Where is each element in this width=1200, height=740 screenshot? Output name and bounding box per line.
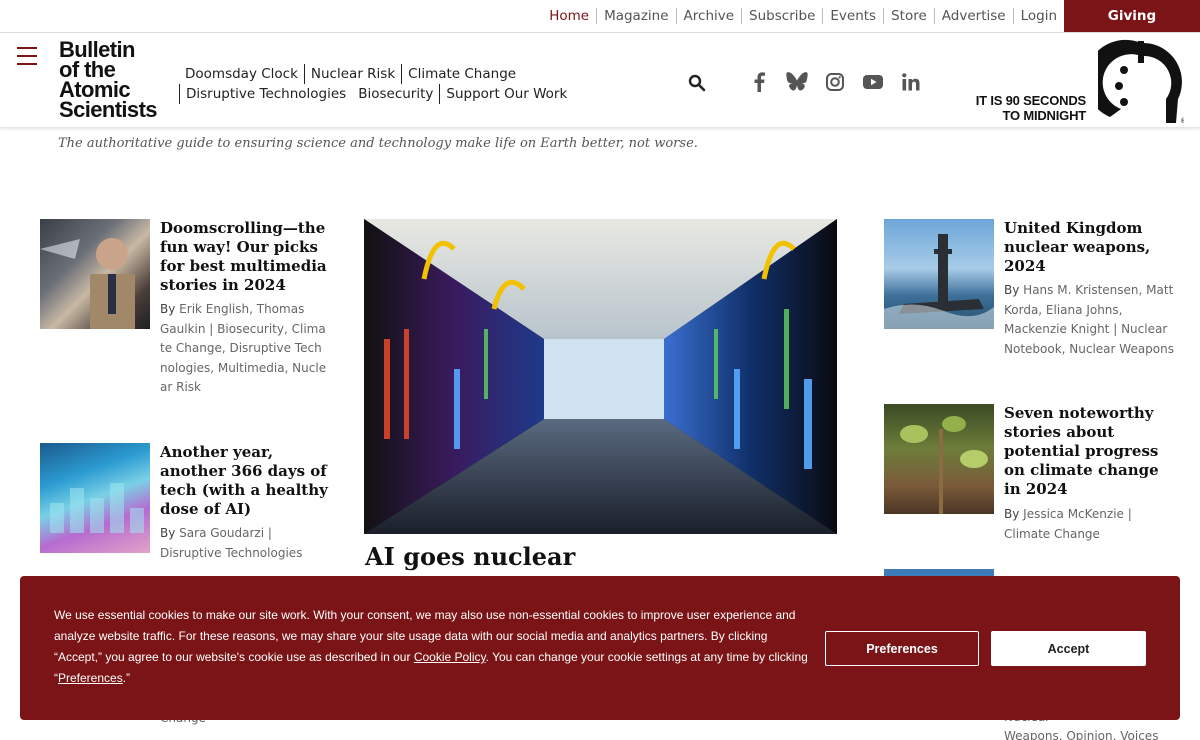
article-title[interactable]: United Kingdom nuclear weapons, 2024 [1004,219,1174,276]
search-icon[interactable] [688,74,706,92]
doomsday-clock-icon[interactable]: ® [1085,39,1187,125]
instagram-icon[interactable] [824,71,846,93]
utility-link-login[interactable]: Login [1012,8,1064,24]
utility-nav: Home Magazine Archive Subscribe Events S… [542,0,1064,32]
article-thumbnail[interactable] [40,219,150,329]
nav-support-our-work[interactable]: Support Our Work [439,84,573,104]
article-meta: By Erik English, Thomas Gaulkin | Biosec… [160,300,328,398]
cookie-message: We use essential cookies to make our sit… [54,605,814,689]
article-categories[interactable]: Climate Change [1004,527,1100,541]
article-title[interactable]: Seven noteworthy stories about potential… [1004,404,1174,499]
byline-prefix: By [160,526,176,540]
article-thumbnail[interactable] [884,219,994,329]
nav-biosecurity[interactable]: Biosecurity [352,84,439,104]
main-nav: Doomsday Clock Nuclear Risk Climate Change… [179,64,679,104]
byline-prefix: By [1004,507,1020,521]
clock-text-line: IT IS 90 SECONDS [975,93,1086,108]
article-meta: By Hans M. Kristensen, Matt Korda, Elian… [1004,281,1174,359]
doomsday-clock-text[interactable]: IT IS 90 SECONDS TO MIDNIGHT [976,93,1086,123]
article-thumbnail[interactable] [40,443,150,553]
cookie-text-part: .” [122,671,131,685]
clock-text-line: TO MIDNIGHT [1002,108,1087,123]
utility-link-archive[interactable]: Archive [675,8,742,24]
byline-prefix: By [160,302,176,316]
menu-icon[interactable] [17,47,37,67]
site-logo[interactable]: Bulletin of the Atomic Scientists [59,39,158,122]
article-title[interactable]: Doomscrolling—the fun way! Our picks for… [160,219,330,295]
utility-link-advertise[interactable]: Advertise [933,8,1013,24]
article-categories[interactable]: Weapons, Opinion, Voices [1004,729,1158,740]
preferences-button[interactable]: Preferences [825,631,979,666]
cookie-preferences-link[interactable]: Preferences [58,671,123,685]
utility-link-subscribe[interactable]: Subscribe [741,8,822,24]
nav-nuclear-risk[interactable]: Nuclear Risk [303,64,401,84]
article-meta: By Jessica McKenzie | Climate Change [1004,505,1174,544]
hero-title[interactable]: AI goes nuclear [365,542,575,571]
facebook-icon[interactable] [748,71,770,93]
utility-link-events[interactable]: Events [822,8,883,24]
svg-text:®: ® [1180,117,1184,125]
article-meta: By Sara Goudarzi | Disruptive Technologi… [160,524,328,563]
linkedin-icon[interactable] [900,71,922,93]
nav-disruptive-technologies[interactable]: Disruptive Technologies [179,84,352,104]
cookie-policy-link[interactable]: Cookie Policy [414,650,486,664]
accept-button[interactable]: Accept [991,631,1146,666]
site-header: Bulletin of the Atomic Scientists Doomsd… [0,33,1200,127]
utility-link-store[interactable]: Store [883,8,934,24]
nav-doomsday-clock[interactable]: Doomsday Clock [179,64,304,84]
utility-bar: Home Magazine Archive Subscribe Events S… [0,0,1200,33]
article-title[interactable]: Another year, another 366 days of tech (… [160,443,330,519]
utility-link-home[interactable]: Home [542,8,596,24]
article-authors[interactable]: Sara Goudarzi | [179,526,272,540]
cookie-banner: We use essential cookies to make our sit… [20,576,1180,720]
utility-link-magazine[interactable]: Magazine [596,8,675,24]
giving-button[interactable]: Giving [1064,0,1200,32]
nav-climate-change[interactable]: Climate Change [401,64,522,84]
social-links [748,71,922,93]
article-thumbnail[interactable] [884,404,994,514]
article-authors[interactable]: Jessica McKenzie | [1023,507,1132,521]
byline-prefix: By [1004,283,1020,297]
hero-image[interactable] [364,219,837,534]
youtube-icon[interactable] [862,71,884,93]
bluesky-icon[interactable] [786,71,808,93]
site-tagline: The authoritative guide to ensuring scie… [58,136,698,151]
article-categories[interactable]: Disruptive Technologies [160,546,302,560]
logo-line: Scientists [59,97,158,122]
